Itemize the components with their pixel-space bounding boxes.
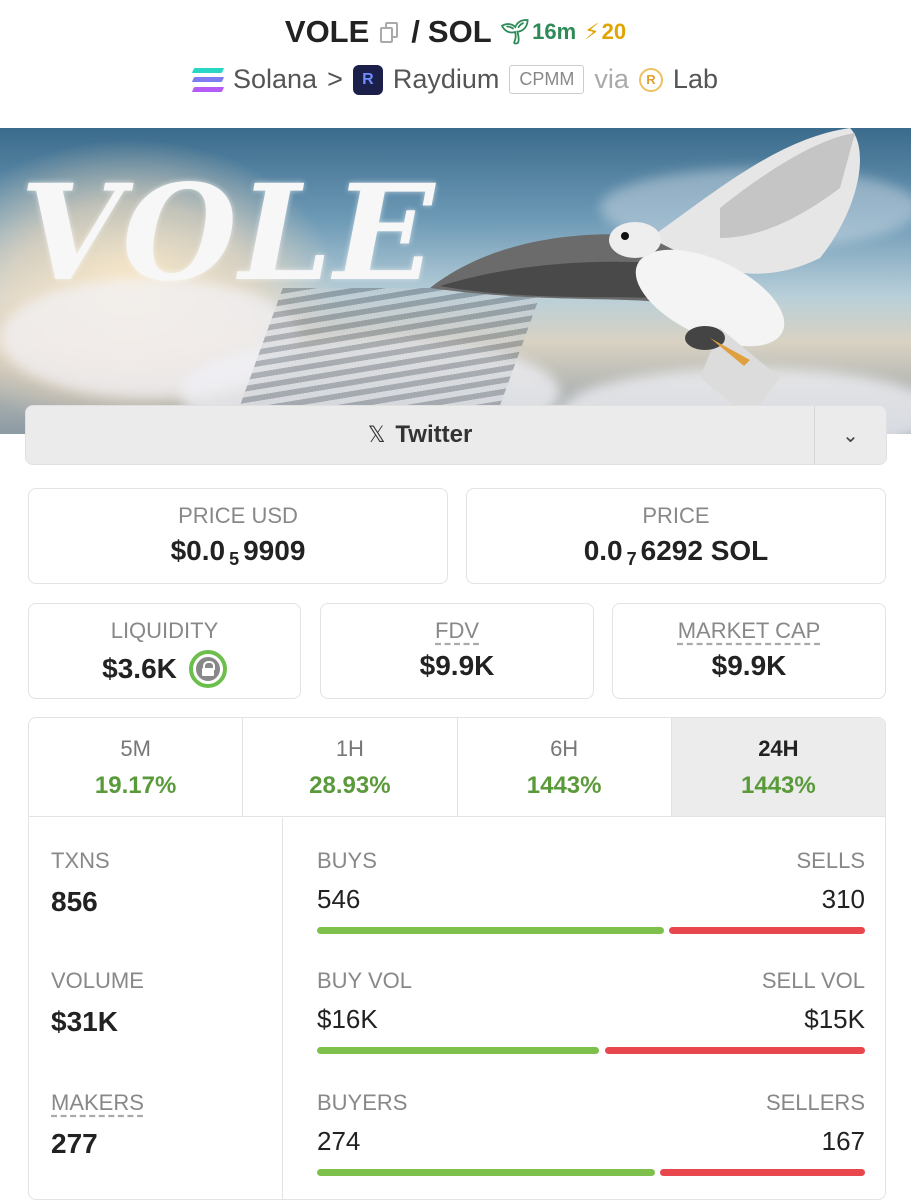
buy-bar-segment: [317, 1169, 655, 1176]
fdv-value: $9.9K: [419, 650, 495, 681]
twitter-label: Twitter: [395, 421, 473, 448]
timeframe-tabs: 5M 19.17% 1H 28.93% 6H 1443% 24H 1443%: [29, 718, 885, 817]
boost-count-value: 20: [601, 19, 627, 44]
breadcrumb: Solana > R Raydium CPMM via R Lab: [0, 64, 911, 95]
makers-metric: MAKERS 277: [51, 1090, 144, 1160]
sellers-label: SELLERS: [765, 1090, 865, 1115]
sell-bar-segment: [669, 927, 865, 934]
buy-sell-column: BUYS SELLS 546 310 BUY VOL SELL VOL $16K…: [283, 818, 885, 1199]
fdv-label[interactable]: FDV: [321, 618, 593, 644]
buy-vol-value: $16K: [317, 1004, 378, 1034]
buyers-ratio-bar: [317, 1169, 865, 1176]
totals-column: TXNS 856 VOLUME $31K MAKERS 277: [29, 818, 283, 1199]
market-cap-card: MARKET CAP $9.9K: [612, 603, 886, 699]
tab-6h[interactable]: 6H 1443%: [458, 718, 672, 816]
buys-label: BUYS: [317, 848, 377, 873]
sells-label: SELLS: [796, 848, 866, 873]
pair-header: VOLE / SOL 🌱︎ 16m ⚡︎ 20 Solana > R Raydi…: [0, 0, 911, 128]
buys-value: 546: [317, 884, 361, 914]
buyers-label: BUYERS: [317, 1090, 408, 1115]
sells-value: 310: [821, 884, 865, 914]
volume-value: $31K: [51, 1006, 118, 1037]
base-symbol: VOLE: [284, 14, 370, 49]
chain-link[interactable]: Solana: [233, 64, 317, 95]
banner-word: VOLE: [20, 156, 437, 311]
price-usd-card: PRICE USD $0.0 5 9909: [28, 488, 448, 584]
price-native-card: PRICE 0.0 7 6292 SOL: [466, 488, 886, 584]
price-usd-label: PRICE USD: [178, 503, 298, 528]
token-banner-image: VOLE: [0, 128, 911, 434]
buy-vol-label: BUY VOL: [317, 968, 412, 993]
twitter-button[interactable]: 𝕏 Twitter: [26, 406, 814, 464]
makers-label[interactable]: MAKERS: [51, 1090, 144, 1116]
copy-icon[interactable]: [379, 20, 401, 44]
fdv-card: FDV $9.9K: [320, 603, 594, 699]
via-label: via: [594, 64, 629, 94]
buy-bar-segment: [317, 1047, 600, 1054]
lightning-icon: ⚡︎: [584, 19, 600, 44]
makers-value: 277: [51, 1128, 98, 1159]
txns-value: 856: [51, 886, 98, 917]
price-native-value: 0.0 7 6292 SOL: [583, 535, 769, 569]
tab-5m[interactable]: 5M 19.17%: [29, 718, 244, 816]
launchpad-link[interactable]: Lab: [673, 64, 718, 95]
buyers-sellers-row: BUYERS SELLERS 274 167: [317, 1090, 865, 1176]
lock-icon[interactable]: [188, 650, 227, 688]
sprout-icon: 🌱︎: [499, 18, 531, 46]
pool-type-badge: CPMM: [509, 65, 585, 94]
liquidity-card: LIQUIDITY $3.6K: [28, 603, 301, 699]
txns-label: TXNS: [51, 848, 110, 873]
price-usd-value: $0.0 5 9909: [170, 535, 306, 569]
price-native-label: PRICE: [642, 503, 710, 528]
trading-stats-panel: 5M 19.17% 1H 28.93% 6H 1443% 24H 1443% T…: [28, 717, 886, 1200]
chevron-down-icon[interactable]: ⌄: [814, 406, 886, 464]
sell-bar-segment: [604, 1047, 865, 1054]
market-cap-value: $9.9K: [711, 650, 787, 681]
sell-vol-label: SELL VOL: [761, 968, 865, 993]
liquidity-label: LIQUIDITY: [110, 618, 219, 643]
buys-sells-row: BUYS SELLS 546 310: [317, 848, 865, 934]
liquidity-value: $3.6K: [102, 653, 177, 684]
volume-metric: VOLUME $31K: [51, 968, 144, 1038]
volume-ratio-bar: [317, 1047, 865, 1054]
chevron-right-icon: >: [327, 64, 343, 94]
volume-split-row: BUY VOL SELL VOL $16K $15K: [317, 968, 865, 1054]
x-logo-icon: 𝕏: [367, 422, 386, 447]
sell-bar-segment: [660, 1169, 865, 1176]
dex-link[interactable]: Raydium: [393, 64, 500, 95]
sell-vol-value: $15K: [804, 1004, 865, 1034]
volume-label: VOLUME: [51, 968, 144, 993]
pair-title-row: VOLE / SOL 🌱︎ 16m ⚡︎ 20: [0, 14, 911, 50]
market-cap-label[interactable]: MARKET CAP: [613, 618, 885, 644]
buy-bar-segment: [317, 927, 664, 934]
social-links-bar: 𝕏 Twitter ⌄: [25, 405, 887, 465]
pair-age: 🌱︎ 16m: [500, 18, 577, 47]
pair-age-value: 16m: [532, 19, 577, 44]
txns-metric: TXNS 856: [51, 848, 110, 918]
bird-illustration: [430, 128, 860, 418]
quote-symbol: SOL: [427, 14, 492, 49]
raydium-logo-icon: R: [352, 64, 383, 95]
tab-24h[interactable]: 24H 1443%: [671, 718, 885, 816]
solana-logo-icon: [191, 67, 225, 92]
tab-1h[interactable]: 1H 28.93%: [243, 718, 458, 816]
pair-separator: /: [411, 14, 420, 49]
buys-sells-ratio-bar: [317, 927, 865, 934]
boost-count[interactable]: ⚡︎ 20: [584, 19, 626, 45]
buyers-value: 274: [317, 1126, 361, 1156]
sellers-value: 167: [821, 1126, 865, 1156]
lab-logo-icon: R: [638, 67, 663, 92]
